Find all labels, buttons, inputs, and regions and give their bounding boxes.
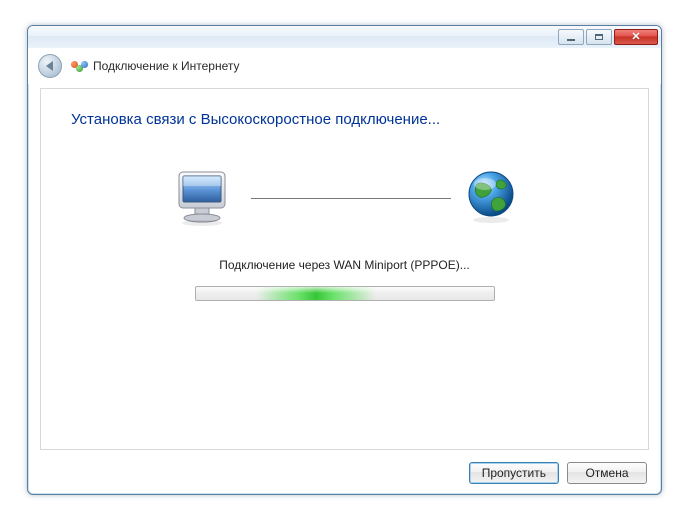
- computer-icon: [173, 168, 237, 228]
- maximize-icon: [595, 34, 603, 40]
- globe-icon: [465, 170, 517, 226]
- skip-button[interactable]: Пропустить: [469, 462, 559, 484]
- status-text: Подключение через WAN Miniport (PPPOE)..…: [71, 258, 618, 272]
- window-title: Подключение к Интернету: [93, 59, 240, 73]
- progress-bar: [195, 286, 495, 301]
- header-bar: Подключение к Интернету: [28, 48, 661, 84]
- connection-illustration: [71, 168, 618, 228]
- button-bar: Пропустить Отмена: [469, 462, 647, 484]
- progress-fill: [256, 287, 376, 300]
- titlebar: ✕: [28, 26, 661, 48]
- content-panel: Установка связи с Высокоскоростное подкл…: [40, 88, 649, 450]
- wizard-window: ✕ Подключение к Интернету Установка связ…: [27, 25, 662, 495]
- page-heading: Установка связи с Высокоскоростное подкл…: [71, 111, 618, 128]
- network-wizard-icon: [72, 61, 87, 72]
- minimize-icon: [567, 39, 575, 41]
- close-icon: ✕: [631, 32, 640, 43]
- connection-line: [251, 198, 451, 199]
- cancel-button[interactable]: Отмена: [567, 462, 647, 484]
- maximize-button[interactable]: [586, 29, 612, 45]
- minimize-button[interactable]: [558, 29, 584, 45]
- back-arrow-icon: [46, 61, 53, 71]
- close-button[interactable]: ✕: [614, 29, 658, 45]
- back-button[interactable]: [38, 54, 62, 78]
